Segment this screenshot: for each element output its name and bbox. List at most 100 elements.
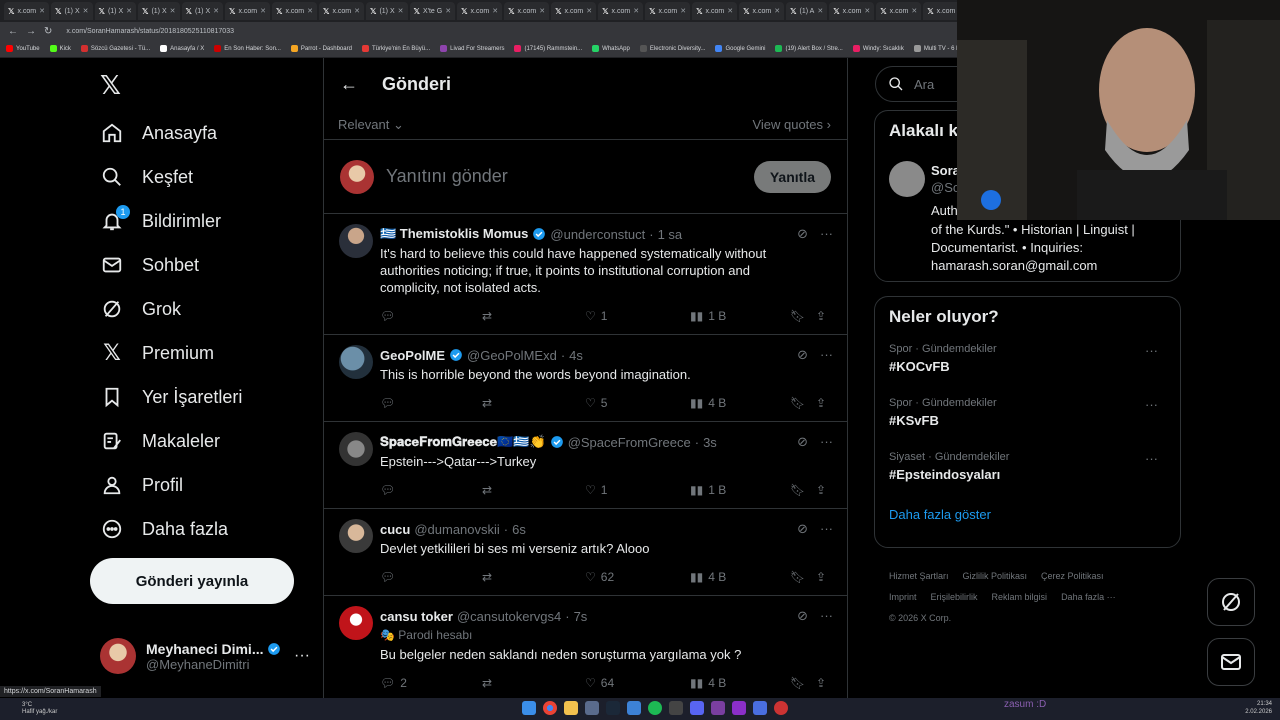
browser-tab[interactable]: 𝕏 (1) X ✕	[51, 2, 93, 20]
avatar[interactable]	[339, 519, 373, 553]
bookmark-item[interactable]: Google Gemini	[715, 45, 765, 52]
windows-start-icon[interactable]	[522, 701, 536, 715]
browser-tab[interactable]: 𝕏x.com✕	[4, 2, 49, 20]
bookmark-item[interactable]: Anasayfa / X	[160, 45, 204, 52]
close-icon[interactable]: ✕	[864, 7, 870, 15]
sidebar-item-more[interactable]: Daha fazla	[100, 507, 310, 551]
share-action[interactable]: ⇪	[816, 676, 826, 690]
bookmark-item[interactable]: Türkiye'nin En Büyü...	[361, 45, 430, 52]
discord-icon[interactable]	[690, 701, 704, 715]
reply-action[interactable]: 💬︎	[380, 309, 400, 323]
repost-action[interactable]: ⇄	[482, 483, 497, 497]
close-icon[interactable]: ✕	[680, 7, 686, 15]
messages-fab-button[interactable]	[1207, 638, 1255, 686]
forward-nav-icon[interactable]: →	[26, 26, 36, 37]
trend-item[interactable]: Spor · Gündemdekiler #KSvFB ···	[889, 397, 1166, 451]
close-icon[interactable]: ✕	[83, 7, 89, 15]
browser-tab[interactable]: 𝕏x.com✕	[876, 2, 922, 20]
x-logo-icon[interactable]: 𝕏	[100, 72, 126, 98]
grok-explain-icon[interactable]: ⊘	[797, 434, 808, 450]
close-icon[interactable]: ✕	[911, 7, 917, 15]
sidebar-item-profile[interactable]: Profil	[100, 463, 310, 507]
more-dots-icon[interactable]: ···	[820, 347, 833, 363]
sidebar-item-notifications[interactable]: 1 Bildirimler	[100, 199, 310, 243]
share-action[interactable]: ⇪	[816, 570, 826, 584]
share-action[interactable]: ⇪	[816, 309, 826, 323]
like-action[interactable]: ♡ 64	[585, 676, 614, 690]
sidebar-item-chat[interactable]: Sohbet	[100, 243, 310, 287]
tweet-author-name[interactable]: GeoPolME	[380, 348, 445, 363]
bookmark-action[interactable]: 🔖︎	[790, 396, 805, 410]
close-icon[interactable]: ✕	[586, 7, 592, 15]
browser-tab[interactable]: 𝕏x.com✕	[225, 2, 270, 20]
trend-item[interactable]: Siyaset · Gündemdekiler #Epsteindosyaları…	[889, 451, 1166, 505]
tweet-author-name[interactable]: cucu	[380, 522, 410, 537]
post-button[interactable]: Gönderi yayınla	[90, 558, 294, 604]
grok-explain-icon[interactable]: ⊘	[797, 521, 808, 537]
account-switcher[interactable]: Meyhaneci Dimi... @MeyhaneDimitri ···	[100, 634, 310, 678]
bookmark-item[interactable]: (17145) Rammstein...	[514, 45, 582, 52]
reply-tweet[interactable]: GeoPolME @GeoPolMExd · 4s ⊘ ··· This is horrib…	[324, 335, 847, 422]
bookmark-action[interactable]: 🔖︎	[790, 676, 805, 690]
footer-link[interactable]: Erişilebilirlik	[931, 592, 978, 602]
tweet-timestamp[interactable]: 3s	[703, 435, 717, 450]
like-action[interactable]: ♡ 5	[585, 396, 607, 410]
more-dots-icon[interactable]: ···	[820, 434, 833, 450]
chrome-icon[interactable]	[543, 701, 557, 715]
grok-explain-icon[interactable]: ⊘	[797, 608, 808, 624]
bookmark-item[interactable]: Kick	[49, 45, 71, 52]
back-arrow-icon[interactable]: ←	[340, 74, 358, 95]
browser-tab[interactable]: 𝕏x.com✕	[645, 2, 691, 20]
bookmark-item[interactable]: En Son Haber: Son...	[214, 45, 281, 52]
browser-tab[interactable]: 𝕏 (1) X ✕	[181, 2, 223, 20]
bookmark-action[interactable]: 🔖︎	[790, 309, 805, 323]
app-icon[interactable]	[753, 701, 767, 715]
browser-tab[interactable]: 𝕏 (1) X ✕	[94, 2, 136, 20]
trend-item[interactable]: Spor · Gündemdekiler #KOCvFB ···	[889, 343, 1166, 397]
tweet-author-handle[interactable]: @SpaceFromGreece	[568, 435, 691, 450]
repost-action[interactable]: ⇄	[482, 396, 497, 410]
close-icon[interactable]: ✕	[213, 7, 219, 15]
close-icon[interactable]: ✕	[307, 7, 313, 15]
tweet-timestamp[interactable]: 7s	[574, 609, 588, 624]
footer-link[interactable]: Reklam bilgisi	[992, 592, 1048, 602]
tweet-author-name[interactable]: 𝐒𝐩𝐚𝐜𝐞𝐅𝐫𝐨𝐦𝐆𝐫𝐞𝐞𝐜𝐞🇪🇺🇬🇷👏	[380, 434, 546, 450]
avatar[interactable]	[339, 224, 373, 258]
app-icon[interactable]	[669, 701, 683, 715]
bookmark-item[interactable]: YouTube	[6, 45, 40, 52]
reload-icon[interactable]: ↻	[44, 26, 52, 37]
app-icon[interactable]	[774, 701, 788, 715]
folder-icon[interactable]	[564, 701, 578, 715]
sidebar-item-explore[interactable]: Keşfet	[100, 155, 310, 199]
app-icon[interactable]	[585, 701, 599, 715]
bookmark-item[interactable]: Livad For Streamers	[440, 45, 504, 52]
like-action[interactable]: ♡ 62	[585, 570, 614, 584]
app-icon[interactable]	[711, 701, 725, 715]
footer-link[interactable]: Hizmet Şartları	[889, 571, 949, 581]
close-icon[interactable]: ✕	[398, 7, 404, 15]
close-icon[interactable]: ✕	[774, 7, 780, 15]
url-field[interactable]: x.com/SoranHamarash/status/2018180525110…	[66, 28, 234, 35]
tweet-author-handle[interactable]: @underconstuct	[550, 227, 645, 242]
reply-action[interactable]: 💬︎	[380, 570, 400, 584]
bookmark-action[interactable]: 🔖︎	[790, 570, 805, 584]
tweet-author-name[interactable]: 🇬🇷 Themistoklis Momus	[380, 226, 528, 242]
browser-tab[interactable]: 𝕏x.com✕	[829, 2, 875, 20]
weather-widget[interactable]: 3°C Hafif yağ./kar	[22, 702, 57, 716]
related-name[interactable]: Sora	[931, 163, 960, 178]
browser-tab[interactable]: 𝕏x.com✕	[504, 2, 550, 20]
reply-tweet[interactable]: cucu @dumanovskii · 6s ⊘ ··· Devlet yetkililer…	[324, 509, 847, 596]
bookmark-item[interactable]: Windy: Sıcaklık	[852, 45, 904, 52]
browser-tab[interactable]: 𝕏x.com✕	[272, 2, 317, 20]
more-dots-icon[interactable]: ···	[820, 226, 833, 242]
avatar[interactable]	[339, 606, 373, 640]
repost-action[interactable]: ⇄	[482, 309, 497, 323]
avatar[interactable]	[339, 345, 373, 379]
views-action[interactable]: ▮▮ 1 B	[690, 309, 726, 323]
reply-action[interactable]: 💬︎	[380, 396, 400, 410]
close-icon[interactable]: ✕	[170, 7, 176, 15]
tweet-author-handle[interactable]: @GeoPolMExd	[467, 348, 557, 363]
browser-tab[interactable]: 𝕏 (1) X ✕	[366, 2, 408, 20]
browser-tab[interactable]: 𝕏x.com✕	[739, 2, 785, 20]
sidebar-item-bookmarks[interactable]: Yer İşaretleri	[100, 375, 310, 419]
